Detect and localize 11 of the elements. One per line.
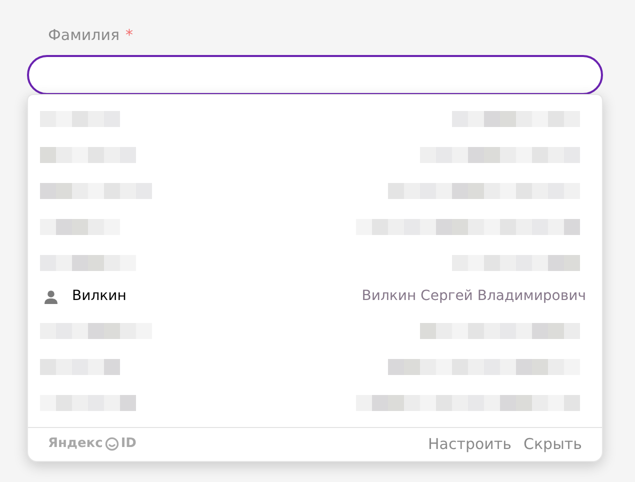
smile-icon <box>104 437 119 451</box>
full-name-text: Вилкин Сергей Владимирович <box>362 287 586 306</box>
surname-text: Вилкин <box>72 287 126 306</box>
footer-link[interactable]: Настроить <box>428 432 512 456</box>
required-mark: * <box>126 25 134 46</box>
field-label: Фамилия <box>48 25 120 46</box>
surname-input[interactable] <box>27 54 603 94</box>
suggestion-item[interactable]: Вилкин Вилкин Сергей Владимирович <box>28 280 602 312</box>
footer-link[interactable]: Скрыть <box>524 432 582 456</box>
yandex-id-logo: Яндекс ID <box>48 435 136 454</box>
person-icon <box>44 290 58 304</box>
